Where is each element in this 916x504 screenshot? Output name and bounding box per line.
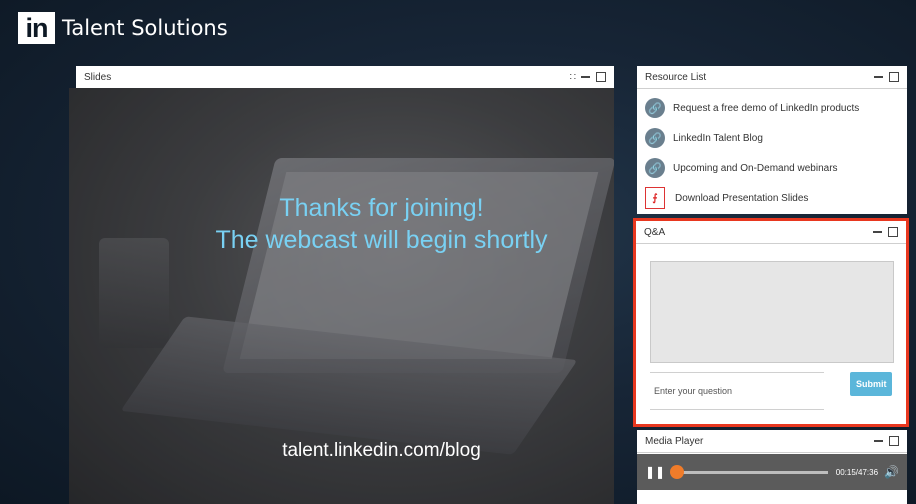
slide-display: Thanks for joining! The webcast will beg… — [69, 88, 614, 504]
progress-handle[interactable] — [669, 464, 684, 479]
qa-panel-title: Q&A — [644, 226, 666, 238]
volume-icon[interactable]: 🔊 — [884, 465, 899, 479]
media-controls: ❚❚ 00:15/47:36 🔊 — [637, 454, 907, 490]
slide-heading-line1: Thanks for joining! — [279, 194, 484, 222]
maximize-icon[interactable] — [888, 227, 898, 237]
resource-item-label: Upcoming and On-Demand webinars — [673, 162, 838, 174]
qa-messages-area — [650, 261, 894, 363]
resource-item-label: LinkedIn Talent Blog — [673, 132, 763, 144]
resource-item-demo[interactable]: 🔗 Request a free demo of LinkedIn produc… — [637, 93, 907, 123]
link-icon: 🔗 — [645, 158, 665, 178]
minimize-icon[interactable] — [874, 440, 883, 442]
minimize-icon[interactable] — [873, 231, 882, 233]
qa-panel: Q&A Submit — [633, 218, 909, 427]
playback-time: 00:15/47:36 — [835, 467, 879, 477]
slides-panel-title: Slides — [84, 71, 112, 83]
pdf-icon: ⨍ — [645, 187, 665, 209]
resource-item-webinars[interactable]: 🔗 Upcoming and On-Demand webinars — [637, 153, 907, 183]
slides-panel: Slides ∷ Thanks for joining! The webcast… — [69, 66, 614, 504]
media-player-title: Media Player — [645, 435, 704, 447]
resource-list-header: Resource List — [637, 66, 907, 89]
progress-track[interactable] — [669, 464, 828, 479]
maximize-icon[interactable] — [889, 436, 899, 446]
slide-url: talent.linkedin.com/blog — [282, 440, 481, 461]
resource-item-label: Request a free demo of LinkedIn products — [673, 102, 860, 114]
submit-button[interactable]: Submit — [850, 372, 892, 396]
slides-panel-header: Slides ∷ — [76, 66, 614, 89]
resource-item-blog[interactable]: 🔗 LinkedIn Talent Blog — [637, 123, 907, 153]
link-icon: 🔗 — [645, 128, 665, 148]
minimize-icon[interactable] — [874, 76, 883, 78]
fullscreen-icon[interactable]: ∷ — [570, 72, 576, 83]
question-input[interactable] — [650, 372, 824, 410]
qa-panel-header: Q&A — [636, 221, 906, 244]
minimize-icon[interactable] — [581, 76, 590, 78]
resource-list-title: Resource List — [645, 71, 707, 83]
linkedin-logo: in — [18, 12, 55, 44]
resource-item-slides-download[interactable]: ⨍ Download Presentation Slides — [637, 183, 907, 213]
media-player-panel: Media Player ❚❚ 00:15/47:36 🔊 — [637, 430, 907, 504]
maximize-icon[interactable] — [889, 72, 899, 82]
pause-icon[interactable]: ❚❚ — [645, 465, 665, 479]
slide-heading-line2: The webcast will begin shortly — [215, 226, 548, 254]
link-icon: 🔗 — [645, 98, 665, 118]
brand-title: Talent Solutions — [62, 16, 228, 40]
resource-list-panel: Resource List 🔗 Request a free demo of L… — [637, 66, 907, 214]
maximize-icon[interactable] — [596, 72, 606, 82]
media-player-header: Media Player — [637, 430, 907, 453]
resource-item-label: Download Presentation Slides — [675, 192, 809, 204]
